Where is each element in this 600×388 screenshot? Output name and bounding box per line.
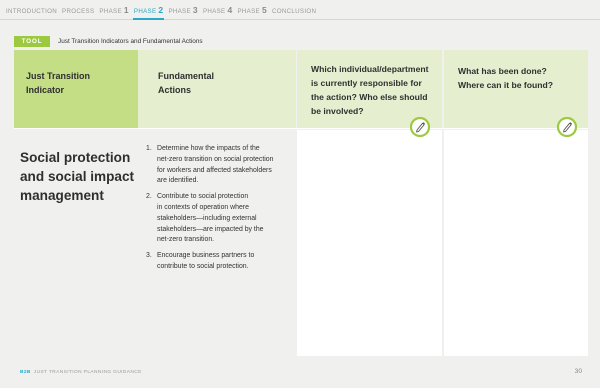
nav-phase-4[interactable]: PHASE 4	[203, 5, 233, 15]
action-item: 2. Contribute to social protection in co…	[146, 193, 264, 244]
indicator-name: Social protection and social impact mana…	[20, 150, 135, 203]
nav-active-indicator	[132, 18, 165, 20]
action-item: 1. Determine how the impacts of the net-…	[146, 145, 274, 185]
action-item: 3. Encourage business partners to contri…	[146, 252, 255, 270]
nav-process[interactable]: PROCESS	[62, 8, 94, 15]
responsible-department-input-cell[interactable]	[297, 130, 442, 356]
header-fundamental-actions: Fundamental Actions	[138, 50, 296, 128]
footer-title: JUST TRANSITION PLANNING GUIDANCE	[33, 370, 142, 375]
header-divider	[14, 128, 588, 129]
nav-phase-1[interactable]: PHASE 1	[99, 5, 129, 15]
nav-phase-3[interactable]: PHASE 3	[168, 5, 198, 15]
header-just-transition-indicator: Just Transition Indicator	[14, 50, 138, 128]
nav-introduction[interactable]: INTRODUCTION	[6, 8, 57, 15]
nav-phase-2[interactable]: PHASE 2	[134, 5, 164, 15]
tool-title: Just Transition Indicators and Fundament…	[58, 38, 203, 45]
top-navigation: INTRODUCTION PROCESS PHASE 1 PHASE 2 PHASE…	[6, 5, 316, 15]
tool-badge: TOOL	[14, 36, 50, 47]
nav-divider	[0, 19, 600, 20]
footer-brand: B2B	[20, 370, 31, 375]
tool-heading: TOOL Just Transition Indicators and Fund…	[14, 36, 203, 47]
pencil-edit-icon[interactable]	[557, 117, 577, 137]
page-number: 30	[574, 368, 582, 375]
footer: B2B JUST TRANSITION PLANNING GUIDANCE	[20, 370, 142, 375]
indicator-table: Just Transition Indicator Fundamental Ac…	[14, 50, 588, 357]
pencil-edit-icon[interactable]	[410, 117, 430, 137]
fundamental-actions-list: 1. Determine how the impacts of the net-…	[144, 144, 294, 278]
what-has-been-done-input-cell[interactable]	[444, 130, 588, 356]
nav-phase-5[interactable]: PHASE 5	[237, 5, 267, 15]
nav-conclusion[interactable]: CONCLUSION	[272, 8, 316, 15]
